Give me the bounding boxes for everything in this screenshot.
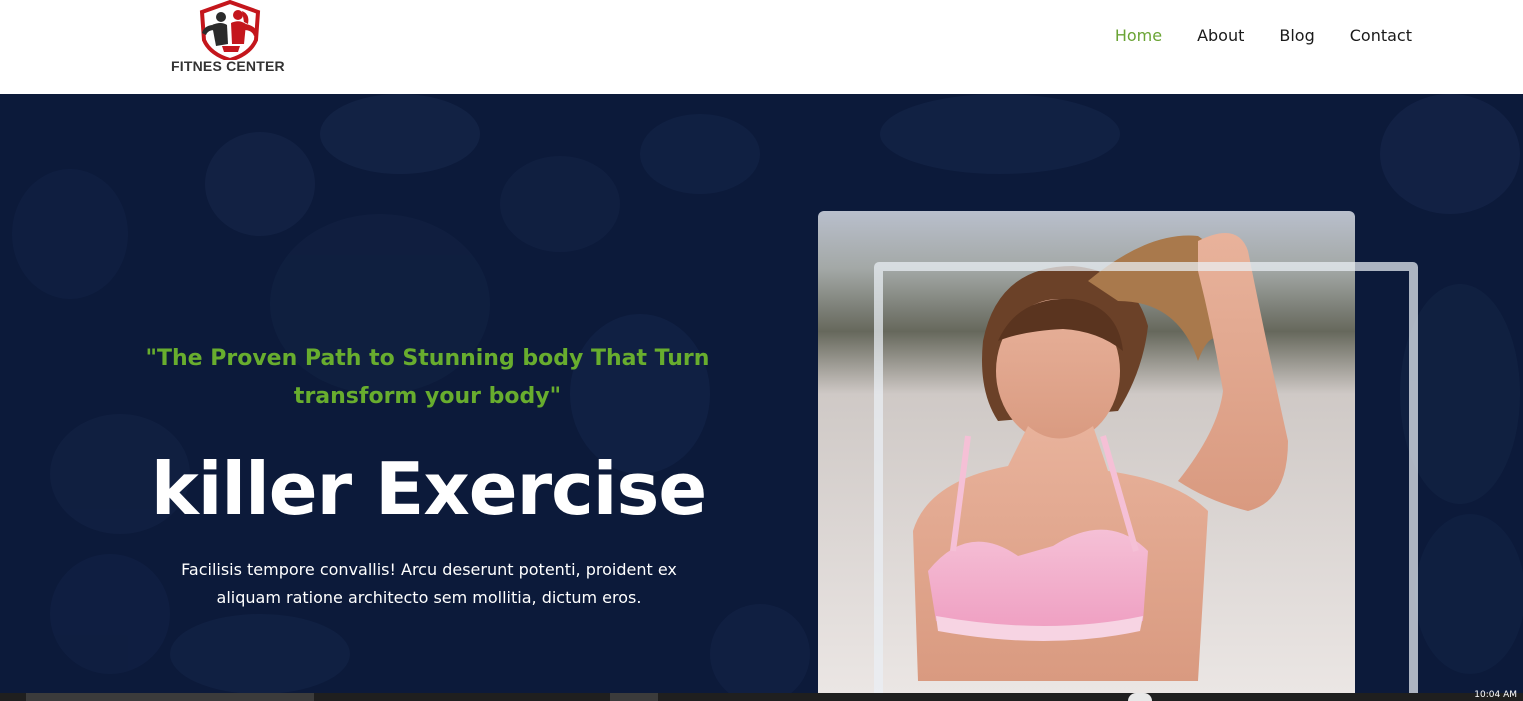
taskbar-window-item[interactable] (26, 693, 314, 701)
photo-frame-decoration (874, 262, 1418, 693)
brand-logo[interactable]: FITNES CENTER (168, 0, 298, 80)
hero-description: Facilisis tempore convallis! Arcu deseru… (181, 560, 677, 607)
brand-name: FITNES CENTER (171, 58, 285, 74)
nav-contact[interactable]: Contact (1350, 24, 1412, 48)
hero-title: killer Exercise (150, 447, 707, 531)
nav-blog[interactable]: Blog (1279, 24, 1314, 48)
fitness-shield-icon (199, 0, 261, 60)
nav-home[interactable]: Home (1115, 24, 1162, 48)
hero-section: "The Proven Path to Stunning body That T… (0, 94, 1523, 693)
taskbar-clock: 10:04 AM (1474, 690, 1517, 700)
os-taskbar: 10:04 AM (0, 690, 1523, 701)
nav-about[interactable]: About (1197, 24, 1244, 48)
main-nav: Home About Blog Contact (1115, 24, 1412, 48)
taskbar-pinned-item[interactable] (610, 693, 658, 701)
taskbar-app-icon[interactable] (1128, 693, 1152, 701)
site-header: FITNES CENTER Home About Blog Contact (0, 0, 1523, 94)
hero-tagline: "The Proven Path to Stunning body That T… (145, 346, 710, 409)
